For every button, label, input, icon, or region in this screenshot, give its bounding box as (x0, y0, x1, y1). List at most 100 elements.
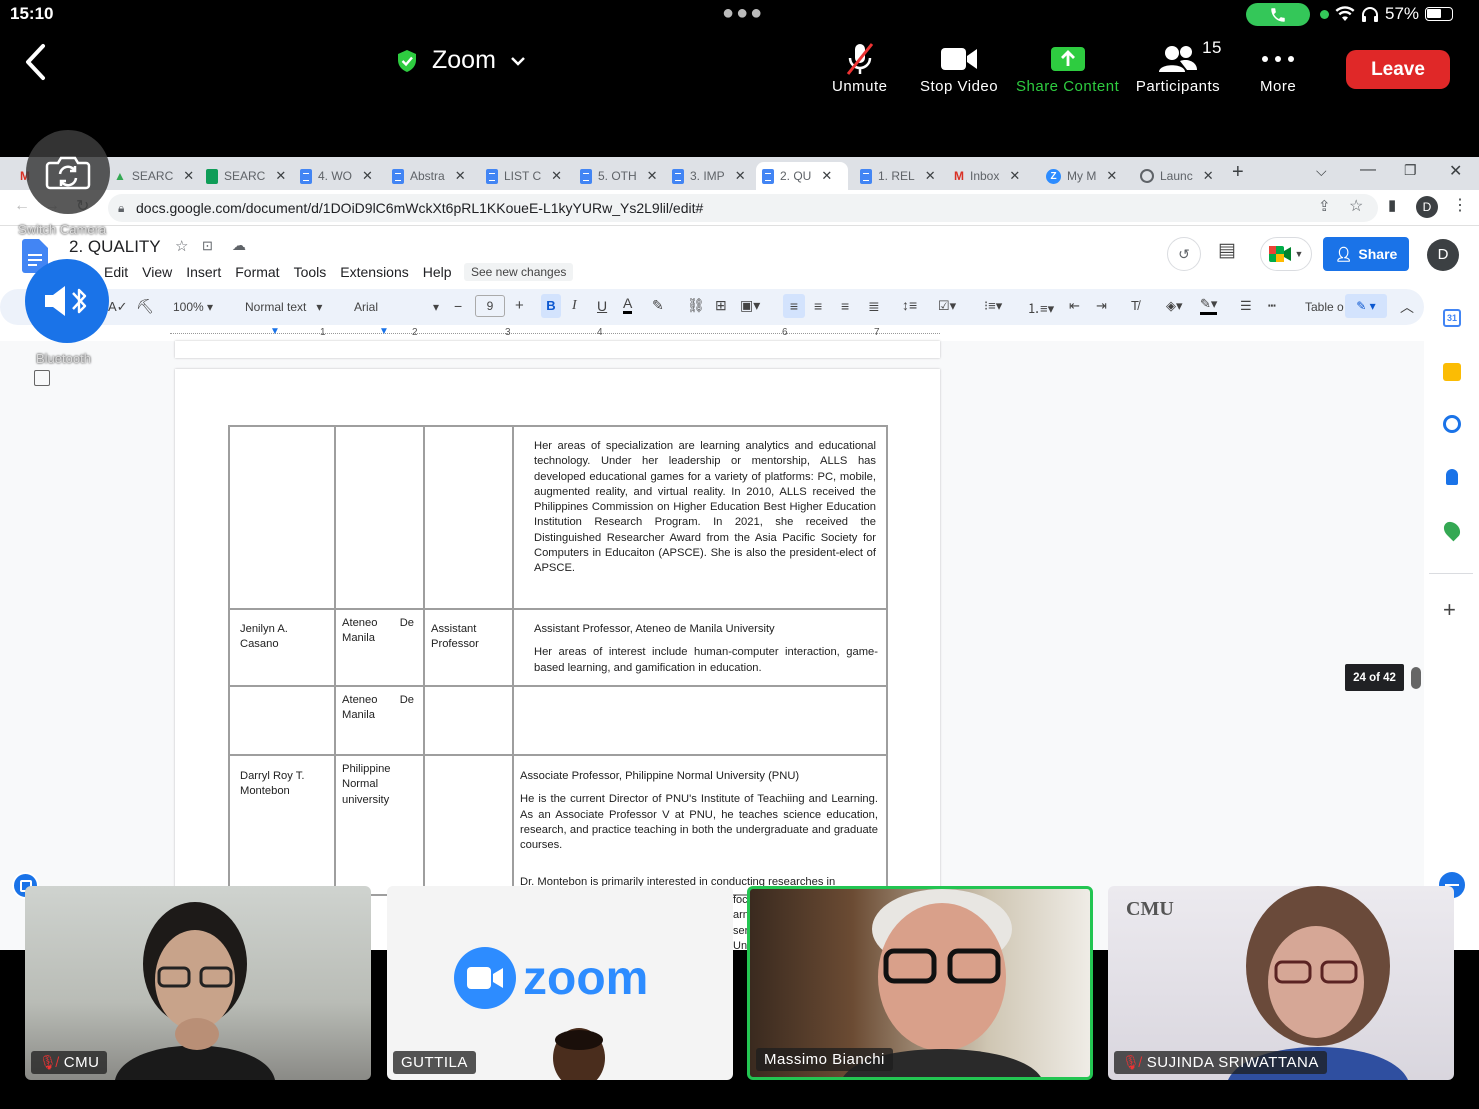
tab-doc-2-active[interactable]: 2. QU ✕ (756, 162, 848, 190)
close-tab-icon[interactable]: ✕ (735, 168, 746, 184)
share-content-button[interactable]: Share Content (1016, 40, 1119, 95)
font-size-input[interactable]: 9 (475, 295, 505, 317)
menu-extensions[interactable]: Extensions (340, 264, 408, 280)
close-tab-icon[interactable]: ✕ (551, 168, 562, 184)
get-addons-plus-icon[interactable]: + (1443, 597, 1456, 623)
video-tile-cmu[interactable]: 🎙︎̸ CMU (25, 886, 371, 1080)
right-indent-marker-icon[interactable]: ▼ (379, 326, 389, 337)
leave-button[interactable]: Leave (1346, 50, 1450, 89)
bookmark-star-icon[interactable]: ☆ (1349, 196, 1363, 216)
tab-launch[interactable]: Launc ✕ (1134, 162, 1220, 190)
text-color-icon[interactable]: A (623, 295, 633, 314)
share-page-icon[interactable]: ⇪ (1318, 197, 1331, 215)
underline-icon[interactable]: U (597, 298, 607, 314)
close-tab-icon[interactable]: ✕ (1203, 168, 1214, 184)
cell-description[interactable] (512, 685, 888, 756)
cell-position[interactable] (423, 425, 514, 610)
border-color-icon[interactable]: ✎▾ (1200, 296, 1218, 315)
paint-format-icon[interactable]: ⛏︎ (136, 298, 154, 315)
close-tab-icon[interactable]: ✕ (821, 168, 832, 184)
url-field[interactable]: 🔒︎ docs.google.com/document/d/1DOiD9lC6m… (108, 194, 1378, 222)
video-tile-guttila[interactable]: zoom GUTTILA (387, 886, 733, 1080)
menu-insert[interactable]: Insert (186, 264, 221, 280)
close-tab-icon[interactable]: ✕ (647, 168, 658, 184)
calendar-icon[interactable]: 31 (1443, 309, 1461, 327)
more-button[interactable]: More (1260, 40, 1296, 95)
close-tab-icon[interactable]: ✕ (1106, 168, 1117, 184)
meet-button[interactable]: ▼ (1260, 237, 1312, 271)
highlight-icon[interactable]: ✎ (652, 297, 664, 314)
profile-avatar[interactable]: D (1416, 196, 1438, 218)
close-tab-icon[interactable]: ✕ (1009, 168, 1020, 184)
tab-doc-list[interactable]: LIST C ✕ (480, 162, 568, 190)
share-button[interactable]: 👤︎ Share (1323, 237, 1409, 271)
stop-video-button[interactable]: Stop Video (920, 40, 998, 95)
tab-doc-abstract[interactable]: Abstra ✕ (386, 162, 472, 190)
close-window-icon[interactable]: ✕ (1449, 161, 1462, 181)
cell-position[interactable] (423, 754, 514, 896)
tab-doc-1[interactable]: 1. REL ✕ (854, 162, 942, 190)
align-center-icon[interactable]: ≡ (814, 298, 822, 314)
decrease-indent-icon[interactable]: ⇤ (1069, 298, 1080, 314)
link-icon[interactable]: ⛓︎ (687, 297, 705, 314)
back-chevron-icon[interactable] (22, 42, 48, 82)
side-panel-icon[interactable]: ▮ (1388, 196, 1396, 214)
move-folder-icon[interactable]: ⊡ (202, 238, 213, 254)
menu-view[interactable]: View (142, 264, 172, 280)
align-right-icon[interactable]: ≡ (841, 298, 849, 314)
audio-bluetooth-button[interactable] (25, 259, 109, 343)
maps-icon[interactable] (1440, 518, 1464, 542)
collapse-menu-icon[interactable]: ︿ (1400, 297, 1414, 317)
border-width-icon[interactable]: ☰ (1240, 298, 1252, 314)
active-call-pill[interactable] (1246, 3, 1310, 26)
tab-search-chevron-icon[interactable]: ⌵ (1316, 163, 1327, 180)
close-tab-icon[interactable]: ✕ (362, 168, 373, 184)
zoom-select[interactable]: 100% ▾ (173, 300, 213, 314)
star-icon[interactable]: ☆ (175, 237, 188, 255)
cell-position[interactable]: Assistant Professor (423, 608, 514, 687)
menu-help[interactable]: Help (423, 264, 452, 280)
switch-camera-button[interactable] (26, 130, 110, 214)
cell-institution[interactable] (334, 425, 425, 610)
increase-indent-icon[interactable]: ⇥ (1096, 298, 1107, 314)
font-select[interactable]: Arial ▾ (354, 300, 439, 314)
bold-icon[interactable]: B (541, 294, 561, 318)
unmute-button[interactable]: Unmute (832, 40, 888, 95)
account-avatar[interactable]: D (1427, 239, 1459, 271)
close-tab-icon[interactable]: ✕ (925, 168, 936, 184)
close-tab-icon[interactable]: ✕ (455, 168, 466, 184)
close-tab-icon[interactable]: ✕ (183, 168, 194, 184)
menu-format[interactable]: Format (235, 264, 279, 280)
bullet-list-icon[interactable]: ⁝≡▾ (984, 298, 1002, 314)
tab-doc-5[interactable]: 5. OTH ✕ (574, 162, 664, 190)
meeting-title[interactable]: Zoom (396, 46, 526, 75)
cell-name[interactable]: Darryl Roy T. Montebon (228, 754, 336, 896)
tab-my-meetings[interactable]: Z My M ✕ (1040, 162, 1123, 190)
restore-icon[interactable]: ❐ (1404, 162, 1417, 179)
cell-institution[interactable]: Ateneo De Manila (334, 685, 425, 756)
spellcheck-icon[interactable]: A✓ (108, 299, 128, 315)
tab-doc-4[interactable]: 4. WO ✕ (294, 162, 379, 190)
cell-institution[interactable]: Ateneo De Manila (334, 608, 425, 687)
video-tile-massimo-active[interactable]: Massimo Bianchi (747, 886, 1093, 1080)
justify-icon[interactable]: ≣ (868, 298, 880, 315)
activity-dashboard-icon[interactable]: ↺ (1167, 237, 1201, 271)
browser-menu-icon[interactable]: ⋮ (1452, 195, 1468, 215)
tab-doc-3[interactable]: 3. IMP ✕ (666, 162, 752, 190)
add-comment-icon[interactable]: ⊞ (715, 297, 727, 314)
editing-mode-icon[interactable]: ✎ ▾ (1345, 294, 1387, 318)
doc-title[interactable]: 2. QUALITY (69, 237, 161, 257)
keep-icon[interactable] (1443, 363, 1461, 381)
menu-tools[interactable]: Tools (294, 264, 327, 280)
cell-description[interactable]: Assistant Professor, Ateneo de Manila Un… (512, 608, 888, 687)
menu-edit[interactable]: Edit (104, 264, 128, 280)
video-tile-sujinda[interactable]: CMU 🎙︎̸ SUJINDA SRIWATTANA (1108, 886, 1454, 1080)
comments-icon[interactable]: ▤ (1218, 239, 1236, 262)
clear-formatting-icon[interactable]: T̸ (1131, 298, 1139, 313)
tab-inbox[interactable]: M Inbox ✕ (948, 162, 1026, 190)
increase-size-icon[interactable]: + (515, 297, 524, 314)
numbered-list-icon[interactable]: ⒈≡▾ (1027, 298, 1054, 317)
checklist-icon[interactable]: ☑▾ (938, 298, 956, 314)
outline-toggle-icon[interactable] (34, 370, 50, 386)
participants-button[interactable]: 15 Participants (1134, 38, 1222, 95)
